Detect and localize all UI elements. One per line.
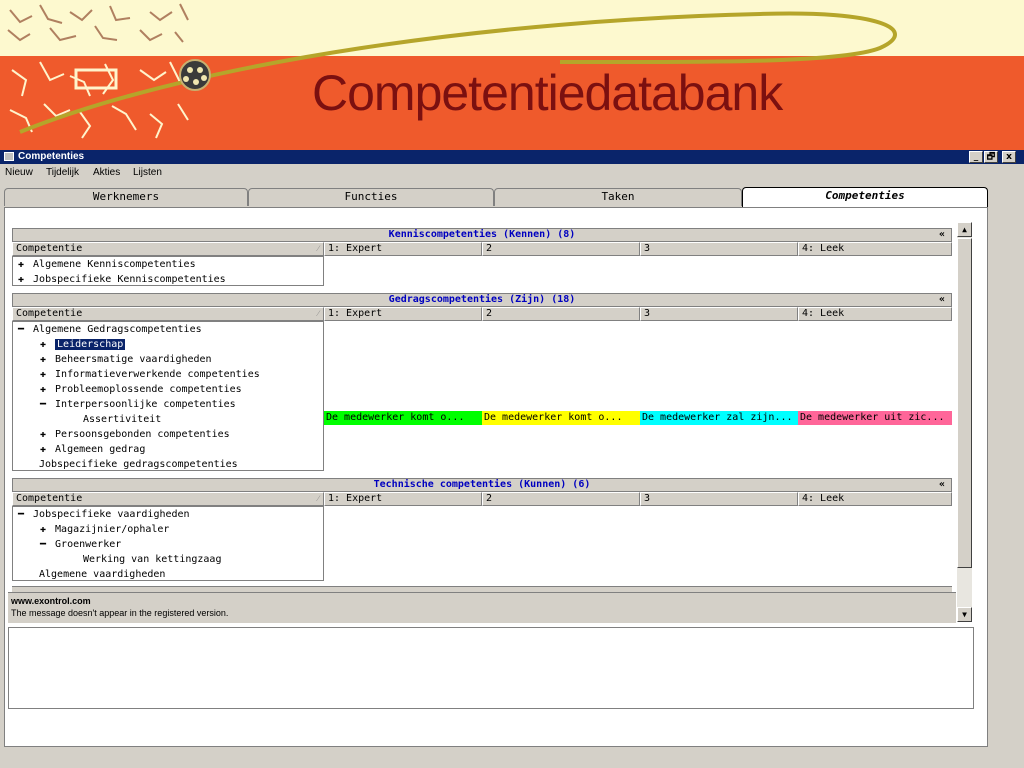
section-header[interactable]: Kenniscompetenties (Kennen) (8) « [12,228,952,242]
minimize-button[interactable]: _ [969,151,983,163]
tree-node[interactable]: ━ Groenwerker [37,537,121,552]
tree-node-selected[interactable]: ✚ Leiderschap [37,337,126,352]
expand-icon[interactable]: ✚ [37,522,49,537]
menu-bar: Nieuw Tijdelijk Akties Lijsten [0,164,1024,182]
section-header[interactable]: Technische competenties (Kunnen) (6) « [12,478,952,492]
competence-level-cell[interactable]: De medewerker zal zijn... [640,411,798,425]
scroll-thumb[interactable] [957,238,972,568]
column-header-competentie[interactable]: Competentie ⁄ [12,492,324,506]
license-infobar: www.exontrol.com The message doesn't app… [8,592,956,623]
collapse-section-icon[interactable]: « [939,229,945,241]
column-header-2[interactable]: 2 [482,242,640,256]
infobar-message: The message doesn't appear in the regist… [11,608,229,618]
column-header-3[interactable]: 3 [640,307,798,321]
tree-node[interactable]: ✚ Persoonsgebonden competenties [37,427,230,442]
menu-nieuw[interactable]: Nieuw [5,167,33,178]
column-header-2[interactable]: 2 [482,307,640,321]
tree-node[interactable]: Jobspecifieke gedragscompetenties [39,457,238,472]
section-kennis: Kenniscompetenties (Kennen) (8) « Compet… [12,228,952,290]
expand-icon[interactable]: ✚ [15,257,27,272]
tree-view: ✚ Algemene Kenniscompetenties ✚ Jobspeci… [12,256,324,286]
detail-pane[interactable] [8,627,974,709]
menu-akties[interactable]: Akties [93,167,120,178]
collapse-icon[interactable]: ━ [15,322,27,337]
collapse-icon[interactable]: ━ [37,537,49,552]
section-title: Gedragscompetenties (Zijn) (18) [388,294,576,305]
tab-functies[interactable]: Functies [248,188,494,206]
tree-view: ━ Algemene Gedragscompetenties ✚ Leiders… [12,321,324,471]
section-technisch: Technische competenties (Kunnen) (6) « C… [12,478,952,583]
tree-node[interactable]: ✚ Informatieverwerkende competenties [37,367,260,382]
slide-header: Competentiedatabank [0,0,1024,150]
tree-node[interactable]: ✚ Probleemoplossende competenties [37,382,242,397]
slide-title: Competentiedatabank [312,65,783,121]
column-header-2[interactable]: 2 [482,492,640,506]
tree-node[interactable]: ━ Jobspecifieke vaardigheden [15,507,190,522]
app-window: Competenties _ 🗗 x Nieuw Tijdelijk Aktie… [0,150,1024,768]
tree-node[interactable]: ━ Algemene Gedragscompetenties [15,322,202,337]
competence-level-cell[interactable]: De medewerker uit zic... [798,411,952,425]
tree-node[interactable]: ━ Interpersoonlijke competenties [37,397,236,412]
column-header-expert[interactable]: 1: Expert [324,492,482,506]
collapse-section-icon[interactable]: « [939,294,945,306]
tree-node[interactable]: ✚ Algemene Kenniscompetenties [15,257,196,272]
column-header-3[interactable]: 3 [640,492,798,506]
competence-level-cell[interactable]: De medewerker komt o... [482,411,640,425]
collapse-section-icon[interactable]: « [939,479,945,491]
close-button[interactable]: x [1002,151,1016,163]
infobar-site: www.exontrol.com [11,596,91,606]
scroll-down-button[interactable]: ▼ [957,607,972,622]
tab-taken[interactable]: Taken [494,188,742,206]
tab-werknemers[interactable]: Werknemers [4,188,248,206]
tab-competenties[interactable]: Competenties [742,187,988,208]
column-header-3[interactable]: 3 [640,242,798,256]
section-header[interactable]: Gedragscompetenties (Zijn) (18) « [12,293,952,307]
tree-view: ━ Jobspecifieke vaardigheden ✚ Magazijni… [12,506,324,581]
scroll-up-button[interactable]: ▲ [957,222,972,237]
competence-level-cell[interactable]: De medewerker komt o... [324,411,482,425]
expand-icon[interactable]: ✚ [15,272,27,287]
expand-icon[interactable]: ✚ [37,367,49,382]
sort-icon: ⁄ [317,244,319,253]
section-title: Kenniscompetenties (Kennen) (8) [388,229,576,240]
column-header-competentie[interactable]: Competentie ⁄ [12,242,324,256]
tree-node[interactable]: Assertiviteit [83,412,161,427]
expand-icon[interactable]: ✚ [37,427,49,442]
column-header-leek[interactable]: 4: Leek [798,307,952,321]
menu-lijsten[interactable]: Lijsten [133,167,162,178]
tree-node[interactable]: ✚ Magazijnier/ophaler [37,522,169,537]
expand-icon[interactable]: ✚ [37,442,49,457]
sort-icon: ⁄ [317,494,319,503]
app-icon [4,152,14,161]
tree-node[interactable]: ✚ Beheersmatige vaardigheden [37,352,212,367]
tree-node[interactable]: ✚ Algemeen gedrag [37,442,145,457]
column-header-competentie[interactable]: Competentie ⁄ [12,307,324,321]
window-titlebar[interactable]: Competenties _ 🗗 x [0,150,1024,164]
expand-icon[interactable]: ✚ [37,337,49,352]
section-gedrag: Gedragscompetenties (Zijn) (18) « Compet… [12,293,952,473]
column-header-expert[interactable]: 1: Expert [324,307,482,321]
menu-tijdelijk[interactable]: Tijdelijk [46,167,79,178]
collapse-icon[interactable]: ━ [37,397,49,412]
collapse-icon[interactable]: ━ [15,507,27,522]
tree-node[interactable]: Algemene vaardigheden [39,567,165,582]
window-title: Competenties [18,151,85,162]
column-header-expert[interactable]: 1: Expert [324,242,482,256]
sort-icon: ⁄ [317,309,319,318]
restore-button[interactable]: 🗗 [984,151,998,163]
tree-node[interactable]: ✚ Jobspecifieke Kenniscompetenties [15,272,226,287]
tree-node[interactable]: Werking van kettingzaag [83,552,221,567]
column-header-leek[interactable]: 4: Leek [798,242,952,256]
expand-icon[interactable]: ✚ [37,352,49,367]
section-title: Technische competenties (Kunnen) (6) [373,479,591,490]
column-header-leek[interactable]: 4: Leek [798,492,952,506]
expand-icon[interactable]: ✚ [37,382,49,397]
vertical-scrollbar[interactable]: ▲ ▼ [957,222,972,622]
